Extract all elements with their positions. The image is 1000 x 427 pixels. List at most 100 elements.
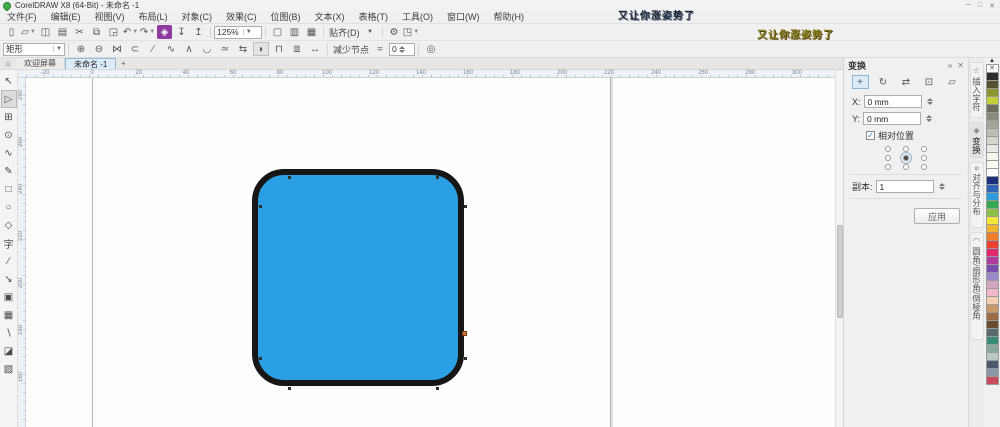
show-rulers-button[interactable]: ▥ <box>287 25 302 39</box>
show-grid-button[interactable]: ▦ <box>304 25 319 39</box>
artistic-media-tool[interactable]: ✎ <box>1 162 17 180</box>
redo-button[interactable]: ↷ ▼ <box>140 25 155 39</box>
save-button[interactable]: ◫ <box>38 25 53 39</box>
node-marker[interactable] <box>464 357 467 360</box>
new-document-button[interactable]: ▯ <box>4 25 19 39</box>
delete-node-button[interactable]: ⊖ <box>91 42 107 56</box>
rectangle-tool[interactable]: □ <box>1 180 17 198</box>
smooth-node-button[interactable]: ◡ <box>199 42 215 56</box>
close-curve-button[interactable]: ◗ <box>253 42 269 56</box>
new-document-tab-button[interactable]: + <box>116 58 130 69</box>
zoom-level-combo[interactable]: 125% ▼ <box>214 25 262 39</box>
node-marker[interactable] <box>436 176 439 179</box>
menu-layout[interactable]: 布局(L) <box>132 11 175 24</box>
menu-help[interactable]: 帮助(H) <box>487 11 532 24</box>
y-stepper[interactable] <box>926 115 933 122</box>
import-button[interactable]: ↧ <box>174 25 189 39</box>
home-tab[interactable]: ⌂ <box>0 58 16 69</box>
vertical-scrollbar[interactable] <box>835 70 843 427</box>
snap-to-label[interactable]: 贴齐(D) <box>329 26 360 39</box>
menu-object[interactable]: 对象(C) <box>175 11 220 24</box>
transform-mode-size[interactable]: ⊡ <box>921 75 938 89</box>
open-button[interactable]: ▱ ▼ <box>21 25 36 39</box>
menu-table[interactable]: 表格(T) <box>352 11 396 24</box>
paste-button[interactable]: ◲ <box>106 25 121 39</box>
break-curve-button[interactable]: ⊂ <box>127 42 143 56</box>
transparency-tool[interactable]: ▦ <box>1 306 17 324</box>
menu-text[interactable]: 文本(X) <box>308 11 352 24</box>
menu-effects[interactable]: 效果(C) <box>219 11 264 24</box>
anchor-radio-6[interactable] <box>921 155 927 161</box>
anchor-radio-4[interactable] <box>885 155 891 161</box>
reflect-nodes-horizontally-button[interactable]: ↔ <box>307 42 323 56</box>
docker-tab-corners[interactable]: ◠ 圆角/扇形角/倒棱角 <box>969 232 984 340</box>
node-marker[interactable] <box>288 387 291 390</box>
freehand-tool[interactable]: ∿ <box>1 144 17 162</box>
node-marker[interactable] <box>464 205 467 208</box>
drawing-canvas[interactable] <box>26 78 835 427</box>
preset-combo[interactable]: 矩形 ▼ <box>3 42 65 56</box>
full-screen-preview-button[interactable]: ▢ <box>270 25 285 39</box>
menu-edit[interactable]: 编辑(E) <box>44 11 88 24</box>
convert-to-line-button[interactable]: ∕ <box>145 42 161 56</box>
palette-swatch-c84a5a[interactable] <box>985 376 999 385</box>
curve-smoothness-input[interactable]: 0 <box>389 42 416 56</box>
document-tab-untitled-1[interactable]: 未命名 -1 <box>65 58 117 69</box>
zoom-tool[interactable]: ⊙ <box>1 126 17 144</box>
transform-mode-scale-mirror[interactable]: ⇄ <box>898 75 915 89</box>
application-launcher-button[interactable]: ◳ ▼ <box>403 25 419 39</box>
crop-tool[interactable]: ⊞ <box>1 108 17 126</box>
copies-stepper[interactable] <box>938 183 945 190</box>
box-selection-mode-button[interactable]: ◎ <box>423 42 439 56</box>
x-stepper[interactable] <box>926 98 933 105</box>
docker-tab-transform[interactable]: ◈ 变换 <box>969 122 984 158</box>
minimize-button[interactable]: ─ <box>966 2 971 10</box>
anchor-radio-9[interactable] <box>921 164 927 170</box>
text-tool[interactable]: 字 <box>1 234 17 252</box>
anchor-radio-5[interactable] <box>903 155 909 161</box>
menu-file[interactable]: 文件(F) <box>0 11 44 24</box>
interactive-fill-tool[interactable]: ◪ <box>1 342 17 360</box>
menu-tools[interactable]: 工具(O) <box>395 11 440 24</box>
cut-button[interactable]: ✂ <box>72 25 87 39</box>
close-button[interactable]: ✕ <box>989 2 995 10</box>
x-input[interactable]: 0 mm <box>863 95 922 108</box>
snap-dropdown-icon[interactable]: ▼ <box>363 25 378 39</box>
node-marker[interactable] <box>259 205 262 208</box>
reduce-nodes-label[interactable]: 减少节点 <box>333 43 369 56</box>
symmetrical-node-button[interactable]: ≃ <box>217 42 233 56</box>
document-tab-welcome-screen[interactable]: 欢迎屏幕 <box>16 58 65 69</box>
apply-button[interactable]: 应用 <box>914 208 960 224</box>
copies-input[interactable]: 1 <box>875 180 934 193</box>
options-button[interactable]: ⚙ <box>387 25 402 39</box>
docker-close-button[interactable]: ✕ <box>957 61 964 70</box>
print-button[interactable]: ▤ <box>55 25 70 39</box>
docker-tab-insert-character[interactable]: ☆ 插入字符 <box>969 62 984 118</box>
shape-tool[interactable]: ▷ <box>0 90 17 108</box>
reverse-direction-button[interactable]: ⇆ <box>235 42 251 56</box>
horizontal-ruler[interactable]: -20 0 20 40 60 80 100 120 140 160 180 200 220 240 260 2… <box>18 70 835 78</box>
extract-subpath-button[interactable]: ⊓ <box>271 42 287 56</box>
polygon-tool[interactable]: ◇ <box>1 216 17 234</box>
selected-node-marker[interactable] <box>462 331 467 336</box>
drop-shadow-tool[interactable]: ▣ <box>1 288 17 306</box>
vertical-ruler[interactable]: 280 260 240 220 200 180 160 <box>18 78 26 427</box>
color-eyedropper-tool[interactable]: ∖ <box>1 324 17 342</box>
smart-fill-tool[interactable]: ▨ <box>1 360 17 378</box>
search-content-button[interactable]: ◈ <box>157 25 172 39</box>
relative-position-checkbox[interactable]: ✓ <box>866 131 875 140</box>
node-marker[interactable] <box>288 176 291 179</box>
ellipse-tool[interactable]: ○ <box>1 198 17 216</box>
export-button[interactable]: ↥ <box>191 25 206 39</box>
rounded-rectangle-shape[interactable] <box>252 169 467 390</box>
anchor-radio-3[interactable] <box>921 146 927 152</box>
node-marker[interactable] <box>259 357 262 360</box>
pick-tool[interactable]: ↖ <box>1 72 17 90</box>
transform-mode-skew[interactable]: ▱ <box>944 75 961 89</box>
menu-bitmaps[interactable]: 位图(B) <box>264 11 308 24</box>
cusp-node-button[interactable]: ∧ <box>181 42 197 56</box>
menu-view[interactable]: 视图(V) <box>88 11 132 24</box>
anchor-radio-8[interactable] <box>903 164 909 170</box>
join-nodes-button[interactable]: ⋈ <box>109 42 125 56</box>
convert-to-curve-button[interactable]: ∿ <box>163 42 179 56</box>
